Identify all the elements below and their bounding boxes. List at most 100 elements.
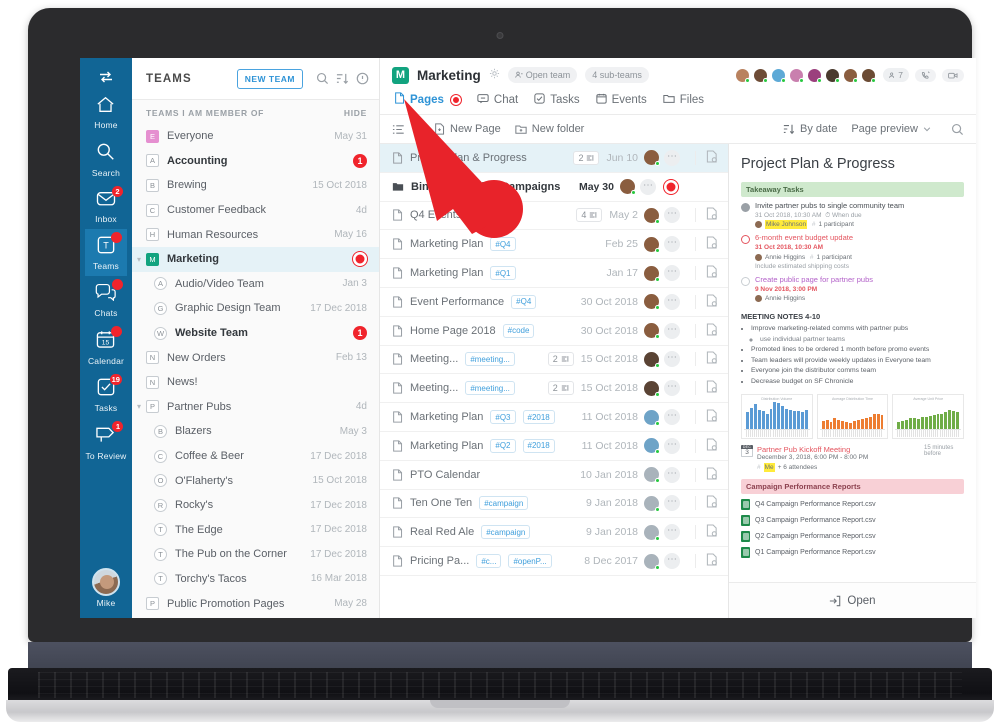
- file-row[interactable]: Marketing Plan #Q3 #2018 11 Oct 2018 ⋯: [380, 403, 728, 432]
- sort-icon[interactable]: [336, 72, 349, 85]
- page-version-icon[interactable]: [706, 207, 718, 223]
- comment-count[interactable]: 2: [573, 150, 600, 165]
- file-tag[interactable]: #Q3: [490, 410, 516, 425]
- rail-item-chats[interactable]: Chats: [85, 276, 126, 323]
- row-more-button[interactable]: ⋯: [664, 322, 680, 339]
- avatar[interactable]: [771, 67, 787, 83]
- avatar[interactable]: [644, 236, 660, 253]
- team-list-item[interactable]: R Rocky's 17 Dec 2018: [132, 493, 379, 518]
- row-more-button[interactable]: ⋯: [664, 149, 680, 166]
- page-version-icon[interactable]: [706, 294, 718, 310]
- team-list-item[interactable]: B Blazers May 3: [132, 419, 379, 444]
- team-list-item[interactable]: N News!: [132, 370, 379, 395]
- page-version-icon[interactable]: [706, 553, 718, 569]
- rail-item-to-review[interactable]: 1 To Review: [85, 418, 126, 466]
- file-tag[interactable]: #2018: [522, 438, 555, 453]
- comment-count[interactable]: 2: [547, 352, 574, 367]
- file-tag[interactable]: #Q4: [490, 237, 516, 252]
- row-more-button[interactable]: ⋯: [664, 409, 680, 426]
- task-status-icon[interactable]: [741, 276, 750, 286]
- file-row[interactable]: Ten One Ten #campaign 9 Jan 2018 ⋯: [380, 490, 728, 519]
- task-status-icon[interactable]: [741, 203, 750, 212]
- avatar[interactable]: [644, 409, 660, 426]
- team-list-item[interactable]: O O'Flaherty's 15 Oct 2018: [132, 468, 379, 493]
- takeaway-task[interactable]: Invite partner pubs to single community …: [741, 201, 964, 230]
- team-list-item[interactable]: T The Edge 17 Dec 2018: [132, 518, 379, 543]
- sort-by-date-button[interactable]: By date: [783, 123, 837, 135]
- info-icon[interactable]: [356, 72, 369, 85]
- team-list-item[interactable]: C Coffee & Beer 17 Dec 2018: [132, 444, 379, 469]
- team-list-item[interactable]: W Website Team 1: [132, 321, 379, 346]
- page-version-icon[interactable]: [706, 409, 718, 425]
- rail-item-tasks[interactable]: 19 Tasks: [85, 371, 126, 418]
- file-tag[interactable]: #2018: [522, 410, 555, 425]
- phone-icon[interactable]: [915, 68, 936, 82]
- team-list-item[interactable]: H Human Resources May 16: [132, 222, 379, 247]
- page-version-icon[interactable]: [706, 380, 718, 396]
- sub-teams-pill[interactable]: 4 sub-teams: [585, 67, 649, 83]
- file-tag[interactable]: #Q2: [490, 438, 516, 453]
- new-team-button[interactable]: NEW TEAM: [236, 68, 303, 89]
- file-row[interactable]: Marketing Plan #Q4 Feb 25 ⋯: [380, 230, 728, 260]
- avatar[interactable]: [753, 67, 769, 83]
- avatar[interactable]: [644, 150, 660, 167]
- row-more-button[interactable]: ⋯: [640, 178, 656, 195]
- team-list-item[interactable]: T Torchy's Tacos 16 Mar 2018: [132, 567, 379, 592]
- avatar[interactable]: [644, 265, 660, 282]
- report-file-row[interactable]: Q4 Campaign Performance Report.csv: [741, 499, 964, 511]
- file-tag[interactable]: #c...: [476, 554, 502, 569]
- file-row[interactable]: Pricing Pa... #c... #openP... 8 Dec 2017 ⋯: [380, 547, 728, 576]
- event-block[interactable]: DEC 3 Partner Pub Kickoff Meeting Decemb…: [741, 445, 964, 473]
- file-tag[interactable]: #meeting...: [465, 352, 515, 367]
- row-more-button[interactable]: ⋯: [664, 380, 680, 397]
- page-version-icon[interactable]: [706, 236, 718, 252]
- avatar[interactable]: [620, 179, 636, 196]
- file-row[interactable]: Event Performance #Q4 30 Oct 2018 ⋯: [380, 288, 728, 317]
- avatar[interactable]: [644, 351, 660, 368]
- teams-hide-button[interactable]: HIDE: [344, 108, 367, 118]
- open-page-button[interactable]: Open: [729, 582, 976, 618]
- rail-item-search[interactable]: Search: [85, 135, 126, 183]
- file-tag[interactable]: #code: [502, 323, 535, 338]
- team-list-item[interactable]: A Accounting 1: [132, 149, 379, 174]
- team-list-item[interactable]: ▾ P Partner Pubs 4d: [132, 395, 379, 420]
- file-row[interactable]: Q4 Events 4 May 2 ⋯: [380, 202, 728, 231]
- file-row[interactable]: Real Red Ale #campaign 9 Jan 2018 ⋯: [380, 518, 728, 548]
- page-preview-dropdown[interactable]: Page preview: [851, 123, 931, 135]
- page-version-icon[interactable]: [706, 524, 718, 540]
- team-list-item[interactable]: G Graphic Design Team 17 Dec 2018: [132, 296, 379, 321]
- avatar[interactable]: [644, 323, 660, 340]
- open-team-pill[interactable]: Open team: [507, 67, 578, 83]
- team-list-item[interactable]: E Everyone May 31: [132, 124, 379, 149]
- video-icon[interactable]: [942, 68, 964, 82]
- avatar[interactable]: [644, 524, 660, 541]
- new-page-button[interactable]: New Page: [434, 123, 501, 135]
- gear-icon[interactable]: [489, 66, 500, 84]
- row-more-button[interactable]: ⋯: [664, 207, 680, 224]
- tab-pages[interactable]: Pages: [394, 92, 461, 107]
- row-more-button[interactable]: ⋯: [664, 524, 680, 541]
- file-tag[interactable]: #Q4: [511, 294, 537, 309]
- page-version-icon[interactable]: [706, 467, 718, 483]
- chevron-down-icon[interactable]: ▾: [137, 255, 141, 264]
- file-row[interactable]: Home Page 2018 #code 30 Oct 2018 ⋯: [380, 317, 728, 346]
- comment-count[interactable]: 2: [547, 381, 574, 396]
- avatar[interactable]: [644, 380, 660, 397]
- team-list-item[interactable]: B Brewing 15 Oct 2018: [132, 173, 379, 198]
- team-list-item[interactable]: P Public Promotion Pages May 28: [132, 591, 379, 616]
- avatar[interactable]: [789, 67, 805, 83]
- page-version-icon[interactable]: [706, 323, 718, 339]
- file-row[interactable]: Marketing Plan #Q2 #2018 11 Oct 2018 ⋯: [380, 432, 728, 461]
- members-count-pill[interactable]: 7: [883, 68, 909, 82]
- row-more-button[interactable]: ⋯: [664, 437, 680, 454]
- team-list-item[interactable]: T The Pub on the Corner 17 Dec 2018: [132, 542, 379, 567]
- team-list-item[interactable]: ▾ M Marketing: [132, 246, 379, 272]
- search-icon[interactable]: [316, 72, 329, 85]
- file-row[interactable]: Project Plan & Progress 2 Jun 10 ⋯: [380, 144, 728, 173]
- avatar[interactable]: [843, 67, 859, 83]
- row-more-button[interactable]: ⋯: [664, 553, 680, 570]
- takeaway-task[interactable]: Create public page for partner pubs 9 Nov…: [741, 275, 964, 303]
- rail-item-inbox[interactable]: 2 Inbox: [85, 183, 126, 229]
- team-list-item[interactable]: A Audio/Video Team Jan 3: [132, 272, 379, 297]
- tab-events[interactable]: Events: [595, 93, 647, 107]
